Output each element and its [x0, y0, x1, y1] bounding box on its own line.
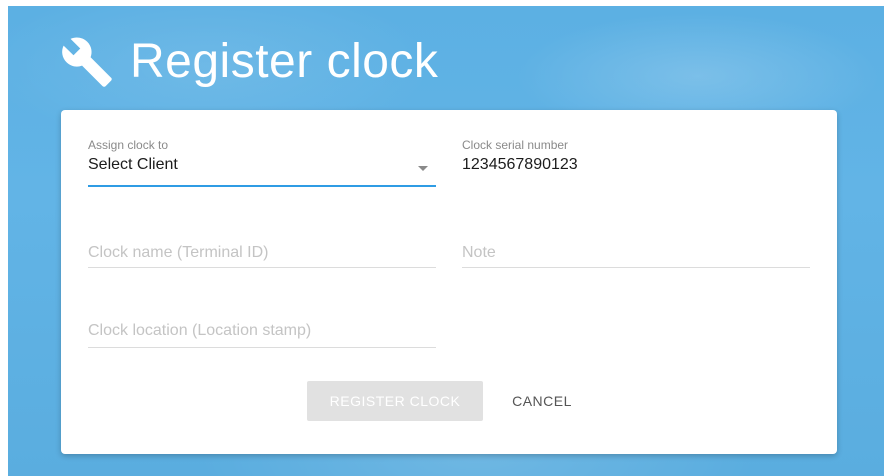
wrench-icon: [62, 37, 112, 87]
clock-name-input[interactable]: Clock name (Terminal ID): [88, 240, 436, 270]
clock-location-underline: [88, 347, 436, 348]
serial-number-label: Clock serial number: [462, 138, 569, 152]
clock-location-input[interactable]: Clock location (Location stamp): [88, 318, 436, 350]
serial-number-value: 1234567890123: [462, 156, 578, 173]
assign-clock-underline: [88, 185, 436, 187]
register-clock-button[interactable]: REGISTER CLOCK: [307, 381, 483, 421]
note-placeholder: Note: [462, 244, 496, 261]
clock-name-placeholder: Clock name (Terminal ID): [88, 244, 269, 261]
serial-number-field: Clock serial number 1234567890123: [462, 138, 810, 190]
page-title: Register clock: [130, 35, 439, 88]
assign-clock-value: Select Client: [88, 156, 178, 173]
note-underline: [462, 267, 810, 268]
assign-clock-label: Assign clock to: [88, 138, 169, 152]
assign-clock-select[interactable]: Assign clock to Select Client: [88, 138, 436, 190]
cancel-button[interactable]: CANCEL: [497, 381, 587, 421]
clock-location-placeholder: Clock location (Location stamp): [88, 322, 312, 339]
clock-name-underline: [88, 267, 436, 268]
note-input[interactable]: Note: [462, 240, 810, 270]
register-clock-form: Assign clock to Select Client Clock seri…: [61, 110, 837, 454]
dropdown-arrow-icon: [418, 166, 428, 171]
page-header: Register clock: [60, 30, 438, 94]
